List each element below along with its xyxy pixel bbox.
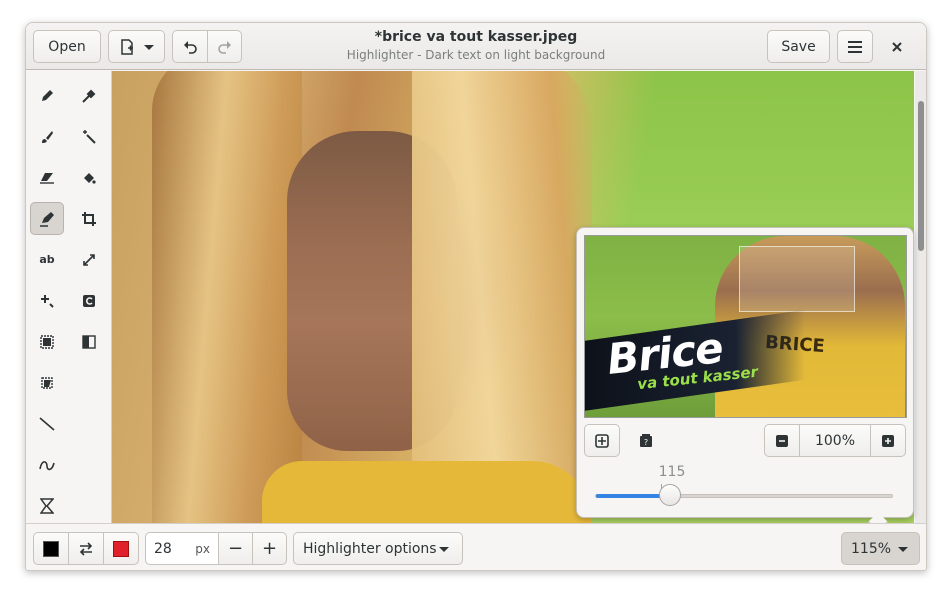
zoom-percent-value: 100% <box>814 432 856 449</box>
size-increase-button[interactable]: + <box>252 532 287 565</box>
primary-color-swatch <box>43 540 59 557</box>
filters-icon <box>82 334 96 349</box>
swap-icon <box>79 541 93 556</box>
pencil-icon <box>42 89 53 101</box>
image-content <box>412 71 592 523</box>
close-icon <box>892 42 902 52</box>
undo-button[interactable] <box>172 30 208 63</box>
visible-area-indicator <box>739 246 855 312</box>
image-properties-icon: ? <box>640 433 652 447</box>
shape-tool-button[interactable] <box>30 489 64 522</box>
save-button[interactable]: Save <box>767 30 830 63</box>
window-subtitle: Highlighter - Dark text on light backgro… <box>346 48 606 62</box>
image-preview[interactable]: BRICE Brice va tout kasser <box>584 235 907 418</box>
image-content <box>262 461 592 523</box>
minus-icon: − <box>227 538 244 559</box>
preview-popover: BRICE Brice va tout kasser ? 100% 115 <box>576 227 914 518</box>
redo-button[interactable] <box>207 30 242 63</box>
zoom-out-button[interactable] <box>764 424 800 457</box>
header-bar: Open *brice va tout kasser.jpeg Highligh… <box>26 23 926 70</box>
eyedropper-icon <box>82 89 96 103</box>
tool-palette: ab <box>26 71 112 523</box>
open-button-label: Open <box>48 38 86 55</box>
zoom-menu-button[interactable]: 115% <box>841 532 920 565</box>
curve-icon <box>39 460 55 470</box>
magic-wand-icon <box>83 129 96 144</box>
line-icon <box>39 416 55 431</box>
zoom-fit-icon <box>595 433 609 448</box>
tool-size-field[interactable]: 28 px <box>145 532 219 565</box>
rotate-tool-button[interactable] <box>72 284 106 317</box>
zoom-percent-display: 100% <box>799 424 871 457</box>
skew-icon <box>41 294 54 308</box>
vertical-scrollbar-thumb[interactable] <box>918 101 924 251</box>
bottom-options-bar: 28 px − + Highlighter options 115% <box>26 523 926 570</box>
tool-size-value: 28 <box>154 540 172 557</box>
highlighter-tool-button[interactable] <box>30 202 64 235</box>
secondary-color-button[interactable] <box>103 532 139 565</box>
crop-icon <box>82 211 96 226</box>
optimal-zoom-button[interactable] <box>584 424 620 457</box>
brush-tool-button[interactable] <box>30 120 64 153</box>
close-button[interactable] <box>887 37 907 57</box>
line-tool-button[interactable] <box>30 407 64 440</box>
scale-tool-button[interactable] <box>72 243 106 276</box>
rectangle-selection-icon <box>40 334 54 349</box>
eraser-tool-button[interactable] <box>30 161 64 194</box>
zoom-in-icon <box>882 434 894 447</box>
text-icon: ab <box>39 253 55 266</box>
free-selection-tool-button[interactable] <box>30 366 64 399</box>
chevron-down-icon <box>898 546 908 552</box>
new-document-icon <box>120 38 133 55</box>
chevron-down-icon <box>143 44 154 50</box>
filters-tool-button[interactable] <box>72 325 106 358</box>
rectangle-selection-tool-button[interactable] <box>30 325 64 358</box>
size-decrease-button[interactable]: − <box>218 532 253 565</box>
chevron-down-icon <box>439 546 449 552</box>
image-content <box>152 71 302 523</box>
tool-size-unit: px <box>195 541 210 556</box>
zoom-slider-handle[interactable] <box>659 484 681 506</box>
zoom-out-icon <box>776 434 788 447</box>
main-menu-button[interactable] <box>837 30 873 63</box>
transform-tool-button[interactable] <box>30 284 64 317</box>
new-image-menu-button[interactable] <box>108 30 165 63</box>
eraser-icon <box>40 172 54 184</box>
vertical-scrollbar[interactable] <box>915 71 926 523</box>
crop-tool-button[interactable] <box>72 202 106 235</box>
secondary-color-swatch <box>113 540 129 557</box>
primary-color-button[interactable] <box>33 532 69 565</box>
undo-icon <box>184 40 197 54</box>
paint-bucket-tool-button[interactable] <box>72 161 106 194</box>
tool-options-button[interactable]: Highlighter options <box>293 532 463 565</box>
zoom-slider[interactable] <box>595 494 893 498</box>
image-properties-button[interactable]: ? <box>629 424 663 457</box>
highlighter-icon <box>40 211 54 227</box>
paint-bucket-icon <box>84 172 96 184</box>
window-title: *brice va tout kasser.jpeg <box>374 29 578 45</box>
rotate-icon <box>83 294 95 307</box>
hamburger-menu-icon <box>848 40 862 53</box>
exchange-colors-button[interactable] <box>68 532 104 565</box>
scale-icon <box>83 253 95 266</box>
curve-tool-button[interactable] <box>30 448 64 481</box>
plus-icon: + <box>261 538 278 559</box>
redo-icon <box>217 40 231 54</box>
zoom-in-button[interactable] <box>870 424 906 457</box>
app-window: Open *brice va tout kasser.jpeg Highligh… <box>25 22 927 571</box>
zoom-slider-value: 115 <box>658 464 686 480</box>
save-button-label: Save <box>781 38 816 55</box>
magic-wand-tool-button[interactable] <box>72 120 106 153</box>
color-picker-tool-button[interactable] <box>72 79 106 112</box>
text-tool-button[interactable]: ab <box>30 243 64 276</box>
pencil-tool-button[interactable] <box>30 79 64 112</box>
title-area: *brice va tout kasser.jpeg Highlighter -… <box>326 29 626 62</box>
free-selection-icon <box>41 376 53 389</box>
zoom-level-label: 115% <box>851 540 892 557</box>
tool-options-label: Highlighter options <box>303 540 437 557</box>
svg-text:?: ? <box>644 438 648 447</box>
shape-icon <box>40 497 54 514</box>
brush-icon <box>42 130 53 143</box>
open-button[interactable]: Open <box>33 30 101 63</box>
